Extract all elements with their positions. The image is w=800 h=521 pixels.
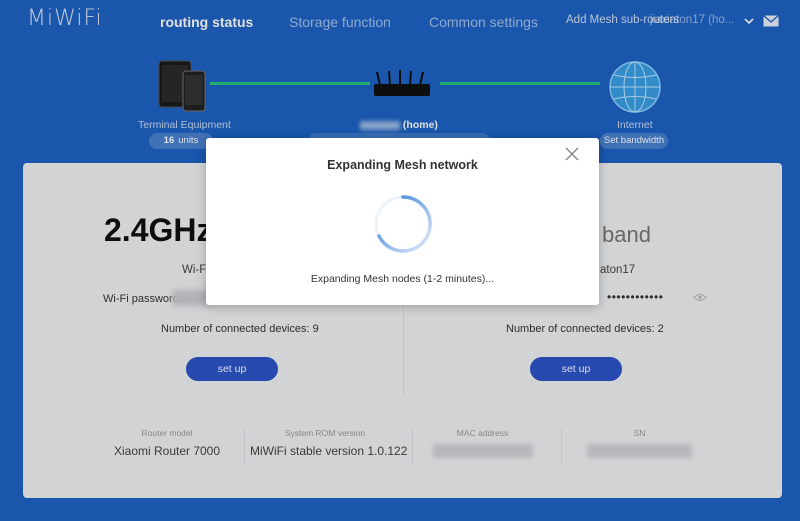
close-icon[interactable]	[565, 147, 579, 161]
loading-spinner-icon	[374, 195, 432, 253]
dialog-message: Expanding Mesh nodes (1-2 minutes)...	[310, 273, 495, 285]
dialog-title: Expanding Mesh network	[327, 158, 478, 172]
expanding-mesh-dialog: Expanding Mesh network Expanding Mesh no…	[206, 138, 599, 305]
